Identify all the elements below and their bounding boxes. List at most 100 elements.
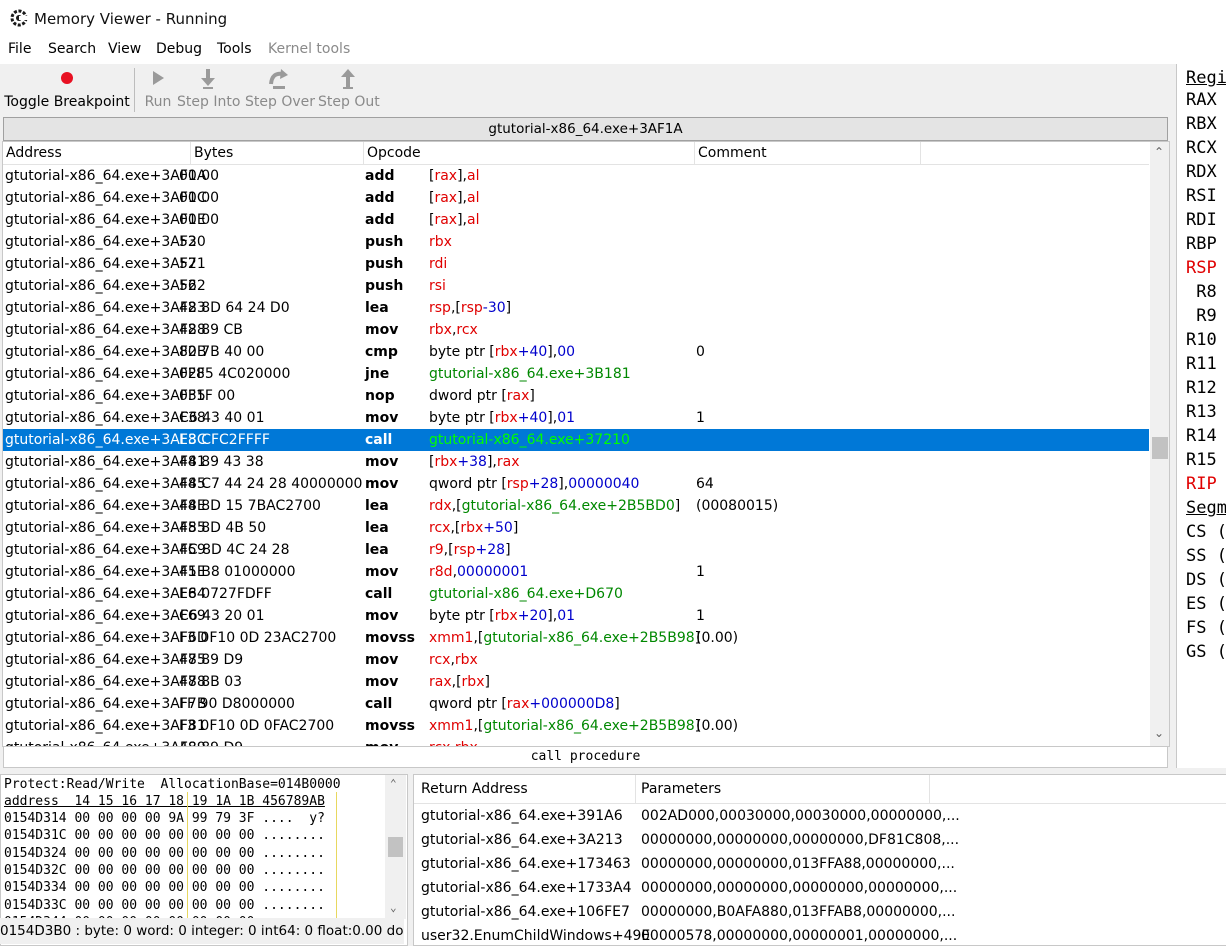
disassembly-row[interactable]: gtutorial-x86_64.exe+3AF64 E8 0727FDFF cal… — [3, 583, 1149, 605]
disassembly-list[interactable]: Address Bytes Opcode Comment gtutorial-x… — [2, 141, 1170, 747]
register-rsp[interactable]: RSP — [1186, 258, 1217, 278]
disassembly-row[interactable]: gtutorial-x86_64.exe+3AF1A 00 00 add [rax],… — [3, 165, 1149, 187]
register-r11[interactable]: R11 — [1186, 354, 1217, 374]
disassembly-row[interactable]: gtutorial-x86_64.exe+3AF45 48 C7 44 24 28… — [3, 473, 1149, 495]
column-divider[interactable] — [694, 142, 695, 164]
register-rcx[interactable]: RCX — [1186, 138, 1217, 158]
menu-file[interactable]: File — [8, 41, 31, 57]
disassembly-row[interactable]: gtutorial-x86_64.exe+3AF81 F3 0F10 0D 0FA… — [3, 715, 1149, 737]
disassembly-row[interactable]: gtutorial-x86_64.exe+3AF6D F3 0F10 0D 23A… — [3, 627, 1149, 649]
scroll-down-icon[interactable]: ⌄ — [1154, 726, 1164, 740]
register-r15[interactable]: R15 — [1186, 450, 1217, 470]
disassembly-row[interactable]: gtutorial-x86_64.exe+3AF78 48 8B 03 mov rax… — [3, 671, 1149, 693]
disassembly-row[interactable]: gtutorial-x86_64.exe+3AF5E 41 B8 01000000… — [3, 561, 1149, 583]
disassembly-row[interactable]: gtutorial-x86_64.exe+3AF1E 00 00 add [rax],… — [3, 209, 1149, 231]
column-comment[interactable]: Comment — [698, 145, 767, 161]
run-button[interactable]: Run — [142, 64, 174, 116]
scrollbar-thumb[interactable] — [388, 837, 403, 857]
menu-kernel-tools[interactable]: Kernel tools — [268, 41, 350, 57]
hex-line[interactable]: 0154D32C 00 00 00 00 00 00 00 00 .......… — [4, 863, 325, 878]
disassembly-row[interactable]: gtutorial-x86_64.exe+3AF23 48 8D 64 24 D0… — [3, 297, 1149, 319]
row-bytes: 48 89 CB — [179, 322, 243, 338]
operand-token: ] — [614, 696, 620, 712]
operand-token: rbx — [454, 652, 478, 668]
register-rbx[interactable]: RBX — [1186, 114, 1217, 134]
operand-token: ], — [547, 608, 558, 624]
disassembly-row[interactable]: gtutorial-x86_64.exe+3AF21 57 push rdi — [3, 253, 1149, 275]
column-address[interactable]: Address — [6, 145, 62, 161]
column-divider[interactable] — [190, 142, 191, 164]
disassembly-row[interactable]: gtutorial-x86_64.exe+3AF2F 0F85 4C020000 j… — [3, 363, 1149, 385]
segment-register[interactable]: FS ( — [1186, 618, 1226, 638]
register-r10[interactable]: R10 — [1186, 330, 1217, 350]
register-r12[interactable]: R12 — [1186, 378, 1217, 398]
menu-debug[interactable]: Debug — [156, 41, 202, 57]
disassembly-row[interactable]: gtutorial-x86_64.exe+3AF1C 00 00 add [rax],… — [3, 187, 1149, 209]
segment-register[interactable]: SS ( — [1186, 546, 1226, 566]
hex-scrollbar[interactable]: ⌃ ⌄ — [385, 775, 406, 919]
scroll-up-icon[interactable]: ⌃ — [1154, 145, 1164, 159]
row-operands: qword ptr [rax+000000D8] — [429, 693, 620, 715]
operand-token: gtutorial-x86_64.exe+2B5BD0 — [461, 498, 675, 514]
hex-line[interactable]: 0154D314 00 00 00 00 9A 99 79 3F .... y? — [4, 811, 325, 826]
register-rip[interactable]: RIP — [1186, 474, 1217, 494]
segment-register[interactable]: ES ( — [1186, 594, 1226, 614]
disassembly-row[interactable]: gtutorial-x86_64.exe+3AF4E 48 8D 15 7BAC2… — [3, 495, 1149, 517]
hex-line[interactable]: 0154D334 00 00 00 00 00 00 00 00 .......… — [4, 880, 325, 895]
segment-register[interactable]: GS ( — [1186, 642, 1226, 662]
disassembly-row[interactable]: gtutorial-x86_64.exe+3AF20 53 push rbx — [3, 231, 1149, 253]
disassembly-row[interactable]: gtutorial-x86_64.exe+3AF75 48 89 D9 mov rcx… — [3, 649, 1149, 671]
disassembly-row[interactable]: gtutorial-x86_64.exe+3AF22 56 push rsi — [3, 275, 1149, 297]
toggle-breakpoint-button[interactable]: Toggle Breakpoint — [2, 64, 132, 116]
column-return-address[interactable]: Return Address — [421, 781, 528, 797]
hex-line[interactable]: 0154D33C 00 00 00 00 00 00 00 00 .......… — [4, 898, 325, 913]
column-opcode[interactable]: Opcode — [367, 145, 421, 161]
disassembly-row[interactable]: gtutorial-x86_64.exe+3AF7B FF 90 D8000000… — [3, 693, 1149, 715]
disassembly-row[interactable]: gtutorial-x86_64.exe+3AF3C E8 CFC2FFFF cal… — [3, 429, 1149, 451]
step-into-button[interactable]: Step Into — [177, 64, 240, 116]
column-bytes[interactable]: Bytes — [194, 145, 233, 161]
current-address-bar[interactable]: gtutorial-x86_64.exe+3AF1A — [3, 117, 1168, 141]
hex-line[interactable]: 0154D324 00 00 00 00 00 00 00 00 .......… — [4, 846, 325, 861]
scroll-down-icon[interactable]: ⌄ — [390, 901, 397, 914]
column-divider[interactable] — [929, 775, 930, 803]
stack-trace-panel[interactable]: Return Address Parameters gtutorial-x86_… — [413, 774, 1226, 946]
row-comment: 1 — [696, 564, 705, 580]
menu-tools[interactable]: Tools — [217, 41, 252, 57]
register-rsi[interactable]: RSI — [1186, 186, 1217, 206]
disassembly-row[interactable]: gtutorial-x86_64.exe+3AF69 C6 43 20 01 mov… — [3, 605, 1149, 627]
menu-search[interactable]: Search — [48, 41, 96, 57]
disassembly-row[interactable]: gtutorial-x86_64.exe+3AF41 48 89 43 38 mov… — [3, 451, 1149, 473]
column-divider[interactable] — [635, 775, 636, 803]
scrollbar-thumb[interactable] — [1152, 437, 1168, 459]
disassembly-row[interactable]: gtutorial-x86_64.exe+3AF55 48 8D 4B 50 lea… — [3, 517, 1149, 539]
register-r9[interactable]: R9 — [1186, 306, 1216, 326]
disassembly-row[interactable]: gtutorial-x86_64.exe+3AF2B 80 7B 40 00 cmp… — [3, 341, 1149, 363]
row-operands: rsp,[rsp-30] — [429, 297, 511, 319]
column-divider[interactable] — [920, 142, 921, 164]
segment-register[interactable]: DS ( — [1186, 570, 1226, 590]
step-out-button[interactable]: Step Out — [318, 64, 380, 116]
scroll-up-icon[interactable]: ⌃ — [390, 777, 397, 790]
hex-line[interactable]: 0154D31C 00 00 00 00 00 00 00 00 .......… — [4, 828, 325, 843]
segment-register[interactable]: CS ( — [1186, 522, 1226, 542]
disassembly-row[interactable]: gtutorial-x86_64.exe+3AF59 4C 8D 4C 24 28… — [3, 539, 1149, 561]
operand-token: ,[ — [473, 718, 484, 734]
column-parameters[interactable]: Parameters — [641, 781, 721, 797]
disassembly-row[interactable]: gtutorial-x86_64.exe+3AF38 C6 43 40 01 mov… — [3, 407, 1149, 429]
register-rbp[interactable]: RBP — [1186, 234, 1217, 254]
register-r14[interactable]: R14 — [1186, 426, 1217, 446]
menu-view[interactable]: View — [108, 41, 141, 57]
register-r8[interactable]: R8 — [1186, 282, 1216, 302]
register-rdi[interactable]: RDI — [1186, 210, 1217, 230]
register-rax[interactable]: RAX — [1186, 90, 1217, 110]
column-divider[interactable] — [363, 142, 364, 164]
disassembly-row[interactable]: gtutorial-x86_64.exe+3AF28 48 89 CB mov rbx… — [3, 319, 1149, 341]
step-over-button[interactable]: Step Over — [245, 64, 315, 116]
register-r13[interactable]: R13 — [1186, 402, 1217, 422]
row-bytes: 57 — [179, 256, 197, 272]
disassembly-row[interactable]: gtutorial-x86_64.exe+3AF35 0F1F 00 nop dwor… — [3, 385, 1149, 407]
debug-toolbar: Toggle Breakpoint Run Step Into Step Ove… — [0, 64, 1170, 116]
register-rdx[interactable]: RDX — [1186, 162, 1217, 182]
title-bar[interactable]: Memory Viewer - Running — [0, 0, 1226, 38]
